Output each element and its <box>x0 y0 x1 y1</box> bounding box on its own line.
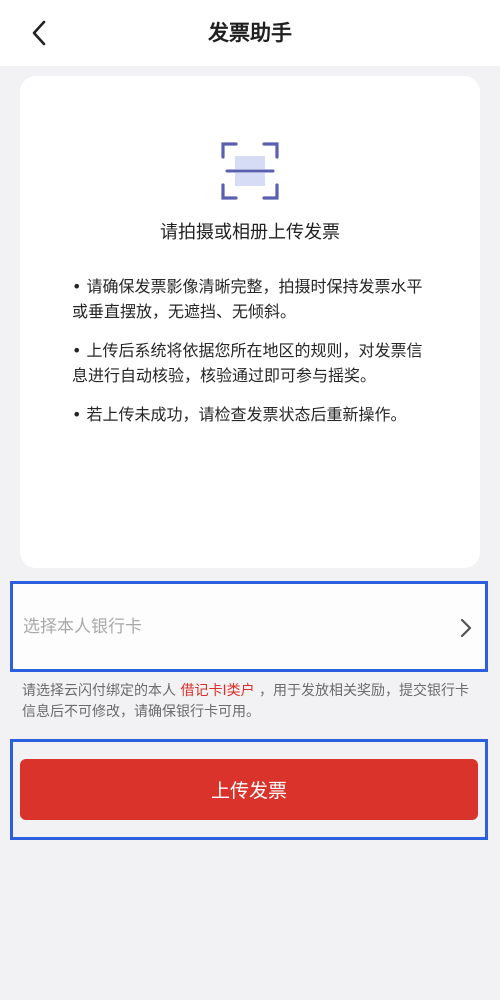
note-prefix: 请选择云闪付绑定的本人 <box>22 683 181 699</box>
bank-card-note: 请选择云闪付绑定的本人 借记卡I类户 ，用于发放相关奖励，提交银行卡信息后不可修… <box>22 681 482 723</box>
tip-item: • 上传后系统将依据您所在地区的规则，对发票信息进行自动核验，核验通过即可参与摇… <box>72 341 423 385</box>
tip-item: • 请确保发票影像清晰完整，拍摄时保持发票水平或垂直摆放，无遮挡、无倾斜。 <box>72 277 423 321</box>
tip-item: • 若上传未成功，请检查发票状态后重新操作。 <box>72 405 407 424</box>
card-heading: 请拍摄或相册上传发票 <box>160 222 340 243</box>
page-title: 发票助手 <box>208 21 292 45</box>
upload-button-container: 上传发票 <box>10 739 488 840</box>
bank-card-placeholder: 选择本人银行卡 <box>23 617 142 637</box>
select-bank-card-row[interactable]: 选择本人银行卡 <box>10 581 488 672</box>
chevron-right-icon <box>460 618 472 638</box>
upload-invoice-button[interactable]: 上传发票 <box>20 759 478 820</box>
note-highlight: 借记卡I类户 <box>180 683 255 699</box>
upload-instructions-card: 请拍摄或相册上传发票 • 请确保发票影像清晰完整，拍摄时保持发票水平或垂直摆放，… <box>20 76 480 568</box>
tips-list: • 请确保发票影像清晰完整，拍摄时保持发票水平或垂直摆放，无遮挡、无倾斜。 • … <box>72 274 428 441</box>
nav-bar: 发票助手 <box>0 0 500 66</box>
scan-frame-icon <box>221 142 279 200</box>
